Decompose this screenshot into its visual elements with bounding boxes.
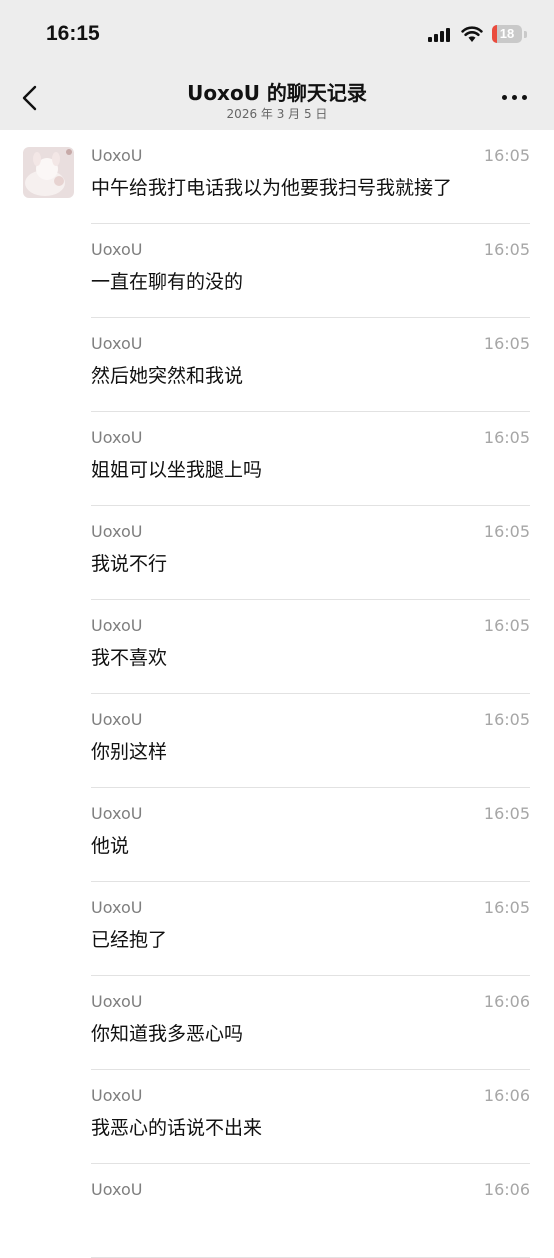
sender-name: UoxoU <box>91 1180 143 1199</box>
message-text: 已经抱了 <box>91 929 168 951</box>
message-row[interactable]: UoxoU 16:06 我恶心的话说不出来 <box>0 1070 554 1164</box>
message-text: 他说 <box>91 835 130 857</box>
message-text: 你知道我多恶心吗 <box>91 1023 244 1045</box>
sender-name: UoxoU <box>91 428 143 447</box>
message-row[interactable]: UoxoU 16:05 姐姐可以坐我腿上吗 <box>0 412 554 506</box>
sender-name: UoxoU <box>91 898 143 917</box>
message-row[interactable]: UoxoU 16:05 中午给我打电话我以为他要我扫号我就接了 <box>0 130 554 224</box>
avatar[interactable] <box>23 147 74 198</box>
page-title: UoxoU 的聊天记录 <box>187 81 367 105</box>
battery-percent: 18 <box>499 26 515 41</box>
cellular-signal-icon <box>428 28 454 42</box>
more-dots-icon[interactable] <box>498 88 532 108</box>
message-row[interactable]: UoxoU 16:05 我说不行 <box>0 506 554 600</box>
sender-name: UoxoU <box>91 522 143 541</box>
message-row[interactable]: UoxoU 16:05 已经抱了 <box>0 882 554 976</box>
message-text: 姐姐可以坐我腿上吗 <box>91 459 263 481</box>
top-bar: 16:15 18 UoxoU 的聊天记录 2026 年 3 月 5 日 <box>0 0 554 130</box>
status-time: 16:15 <box>46 22 100 45</box>
message-time: 16:05 <box>483 428 530 447</box>
sender-name: UoxoU <box>91 710 143 729</box>
message-text: 我不喜欢 <box>91 647 168 669</box>
message-time: 16:05 <box>483 240 530 259</box>
message-text: 我说不行 <box>91 553 168 575</box>
message-row[interactable]: UoxoU 16:05 他说 <box>0 788 554 882</box>
sender-name: UoxoU <box>91 992 143 1011</box>
message-time: 16:05 <box>483 616 530 635</box>
wifi-icon <box>461 26 483 42</box>
message-row[interactable]: UoxoU 16:05 一直在聊有的没的 <box>0 224 554 318</box>
sender-name: UoxoU <box>91 1086 143 1105</box>
message-time: 16:05 <box>483 334 530 353</box>
message-time: 16:05 <box>483 146 530 165</box>
message-time: 16:05 <box>483 710 530 729</box>
message-row[interactable]: UoxoU 16:05 我不喜欢 <box>0 600 554 694</box>
message-list[interactable]: UoxoU 16:05 中午给我打电话我以为他要我扫号我就接了 UoxoU 16:05 一… <box>0 130 554 1258</box>
message-row[interactable]: UoxoU 16:05 然后她突然和我说 <box>0 318 554 412</box>
message-time: 16:05 <box>483 898 530 917</box>
message-text: 然后她突然和我说 <box>91 365 244 387</box>
battery-tip <box>524 31 527 38</box>
message-text: 你别这样 <box>91 741 168 763</box>
sender-name: UoxoU <box>91 146 143 165</box>
message-time: 16:05 <box>483 804 530 823</box>
message-row[interactable]: UoxoU 16:05 你别这样 <box>0 694 554 788</box>
message-text: 中午给我打电话我以为他要我扫号我就接了 <box>91 177 453 199</box>
message-row[interactable]: UoxoU 16:06 <box>0 1164 554 1258</box>
sender-name: UoxoU <box>91 240 143 259</box>
page-subtitle: 2026 年 3 月 5 日 <box>226 107 328 121</box>
sender-name: UoxoU <box>91 804 143 823</box>
message-text: 一直在聊有的没的 <box>91 271 244 293</box>
sender-name: UoxoU <box>91 616 143 635</box>
message-text: 我恶心的话说不出来 <box>91 1117 263 1139</box>
message-time: 16:05 <box>483 522 530 541</box>
message-time: 16:06 <box>483 1086 530 1105</box>
message-time: 16:06 <box>483 1180 530 1199</box>
battery-icon: 18 <box>492 25 522 43</box>
message-row[interactable]: UoxoU 16:06 你知道我多恶心吗 <box>0 976 554 1070</box>
message-time: 16:06 <box>483 992 530 1011</box>
sender-name: UoxoU <box>91 334 143 353</box>
